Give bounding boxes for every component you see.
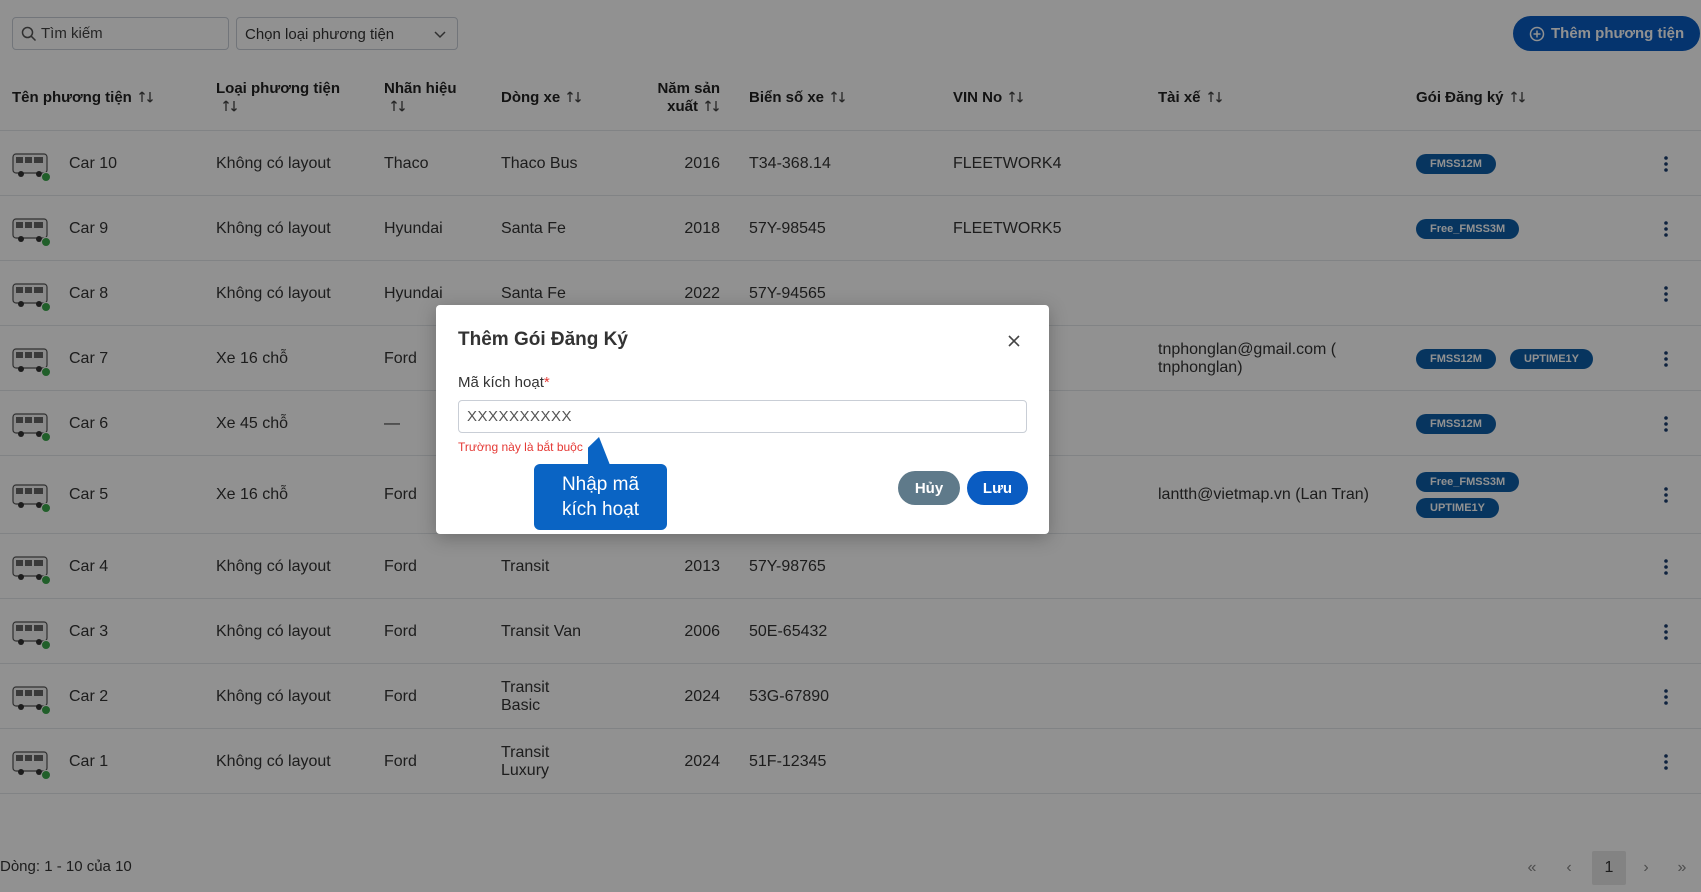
hint-callout: Nhập mã kích hoạt — [534, 464, 667, 530]
tooltip-pointer — [588, 437, 610, 465]
save-button[interactable]: Lưu — [967, 471, 1028, 505]
hint-line-2: kích hoạt — [561, 499, 640, 520]
cancel-button[interactable]: Hủy — [898, 471, 960, 505]
hint-line-1: Nhập mã — [561, 474, 640, 495]
validation-error: Trường này là bắt buộc — [458, 440, 583, 454]
close-icon[interactable] — [1004, 331, 1024, 351]
required-mark: * — [543, 374, 550, 391]
activation-code-input[interactable] — [458, 400, 1027, 433]
add-subscription-dialog: Thêm Gói Đăng Ký Mã kích hoạt* Trường nà… — [436, 305, 1049, 534]
activation-code-label-text: Mã kích hoạt — [458, 374, 544, 391]
dialog-title: Thêm Gói Đăng Ký — [458, 329, 628, 350]
activation-code-label: Mã kích hoạt* — [458, 374, 550, 391]
